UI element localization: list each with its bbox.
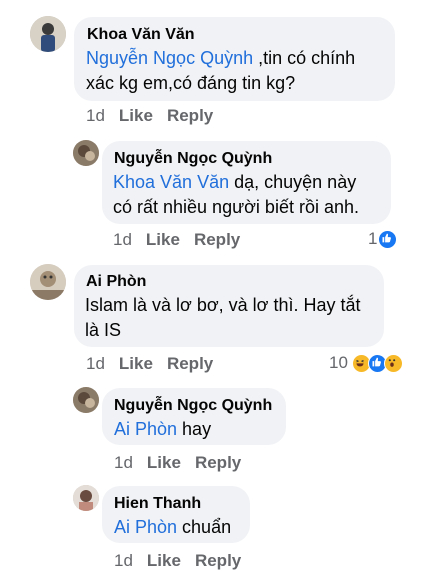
mention-link[interactable]: Ai Phòn [114, 419, 177, 439]
avatar[interactable] [30, 16, 66, 52]
reply-button[interactable]: Reply [194, 230, 240, 250]
reply-button[interactable]: Reply [167, 106, 213, 126]
timestamp[interactable]: 1d [86, 354, 105, 374]
mention-link[interactable]: Khoa Văn Văn [113, 172, 229, 192]
avatar[interactable] [73, 485, 99, 511]
mention-link[interactable]: Nguyễn Ngọc Quỳnh [86, 48, 253, 68]
comment-text: Ai Phòn hay [114, 419, 212, 439]
comment-text: Nguyễn Ngọc Quỳnh ,tin có chính xác kg e… [86, 48, 356, 93]
like-button[interactable]: Like [146, 230, 180, 250]
comment-author[interactable]: Nguyễn Ngọc Quỳnh [114, 150, 272, 168]
comment-actions: 1d Like Reply [114, 453, 241, 473]
reaction-summary[interactable]: 10 [329, 353, 403, 373]
comment-text: Khoa Văn Văn dạ, chuyện này có rất nhiều… [113, 172, 359, 217]
reply-button[interactable]: Reply [167, 354, 213, 374]
mention-link[interactable]: Ai Phòn [114, 517, 177, 537]
reply-button[interactable]: Reply [195, 453, 241, 473]
avatar[interactable] [73, 140, 99, 166]
reaction-count: 10 [329, 353, 348, 372]
comment-text: Ai Phòn chuẩn [114, 517, 232, 537]
reply-button[interactable]: Reply [195, 551, 241, 571]
like-button[interactable]: Like [119, 354, 153, 374]
reaction-summary[interactable]: 1 [368, 229, 398, 249]
wow-icon [383, 353, 403, 373]
comment-actions: 1d Like Reply [113, 230, 240, 250]
comment-author[interactable]: Khoa Văn Văn [87, 26, 195, 44]
comment-author[interactable]: Hien Thanh [114, 495, 201, 513]
comment-actions: 1d Like Reply [114, 551, 241, 571]
like-button[interactable]: Like [147, 453, 181, 473]
timestamp[interactable]: 1d [114, 453, 133, 473]
timestamp[interactable]: 1d [114, 551, 133, 571]
like-button[interactable]: Like [147, 551, 181, 571]
comment-text: Islam là và lơ bơ, và lơ thì. Hay tắt là… [85, 295, 361, 340]
timestamp[interactable]: 1d [86, 106, 105, 126]
comment-actions: 1d Like Reply [86, 354, 213, 374]
comment-actions: 1d Like Reply [86, 106, 213, 126]
avatar[interactable] [73, 387, 99, 413]
like-button[interactable]: Like [119, 106, 153, 126]
avatar[interactable] [30, 264, 66, 300]
comment-author[interactable]: Ai Phòn [86, 273, 146, 291]
reaction-count: 1 [368, 229, 378, 248]
timestamp[interactable]: 1d [113, 230, 132, 250]
comment-author[interactable]: Nguyễn Ngọc Quỳnh [114, 397, 272, 415]
like-icon [378, 229, 398, 249]
